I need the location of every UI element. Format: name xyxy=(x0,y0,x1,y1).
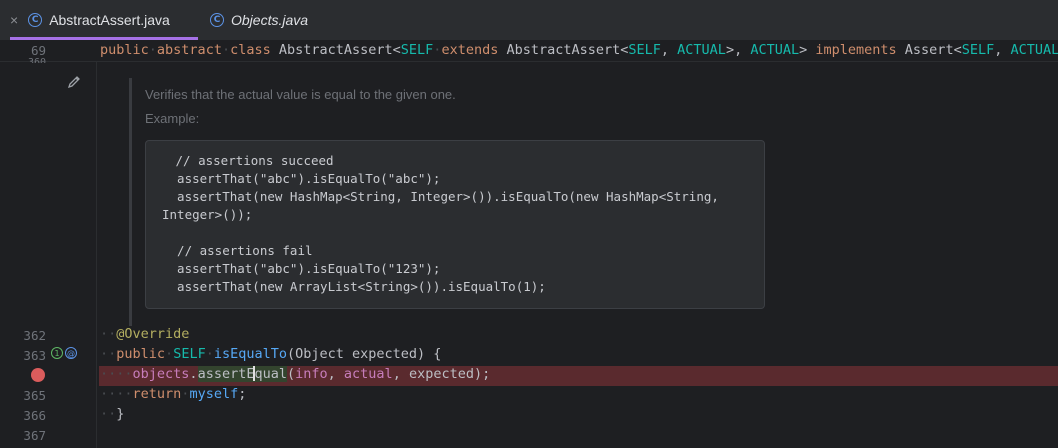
sticky-header[interactable]: 69 public·abstract·class AbstractAssert<… xyxy=(0,41,1058,62)
doc-code-line: // assertions succeed xyxy=(168,153,334,168)
doc-code-line: assertThat(new HashMap<String, Integer>(… xyxy=(162,189,719,204)
tab-label: Objects.java xyxy=(231,12,309,28)
line-number: 362 xyxy=(23,328,46,343)
code-line: ··@Override xyxy=(100,326,190,342)
breakpoint-icon[interactable] xyxy=(31,368,45,382)
doc-bar xyxy=(129,78,132,326)
class-icon: C xyxy=(28,13,43,27)
code-line: ··} xyxy=(100,406,125,422)
line-number: 69 xyxy=(30,43,46,58)
edit-doc-icon[interactable] xyxy=(67,75,83,91)
code-editor[interactable]: 69 public·abstract·class AbstractAssert<… xyxy=(0,41,1058,448)
doc-summary: Verifies that the actual value is equal … xyxy=(145,87,456,102)
class-icon: C xyxy=(210,13,224,27)
doc-example-code: // assertions succeed assertThat("abc").… xyxy=(145,140,765,309)
doc-code-line: assertThat("abc").isEqualTo("123"); xyxy=(162,261,441,276)
code-line: ····return·myself; xyxy=(100,386,247,402)
doc-code-line: // assertions fail xyxy=(162,243,313,258)
implemented-method-icon[interactable]: @ xyxy=(65,347,77,359)
gutter-markers: 1 @ xyxy=(51,347,77,359)
line-number: 363 xyxy=(23,348,46,363)
doc-code-line: assertThat("abc").isEqualTo("abc"); xyxy=(162,171,441,186)
line-number: 367 xyxy=(23,428,46,443)
doc-example-label: Example: xyxy=(145,111,200,126)
code-line: ··public·SELF·isEqualTo(Object expected)… xyxy=(100,346,442,362)
line-number: 365 xyxy=(23,388,46,403)
overrides-method-icon[interactable]: 1 xyxy=(51,347,63,359)
tab-objects[interactable]: C Objects.java xyxy=(210,0,308,40)
line-number: 366 xyxy=(23,408,46,423)
gutter[interactable] xyxy=(0,41,97,448)
doc-code-line: Integer>()); xyxy=(162,207,253,222)
editor-tab-bar: × C AbstractAssert.java C Objects.java xyxy=(0,0,1058,41)
close-tab-icon[interactable]: × xyxy=(10,12,18,28)
code-line-breakpoint: ····objects.assertEqual(info, actual, ex… xyxy=(100,366,491,382)
doc-code-line: assertThat(new ArrayList<String>()).isEq… xyxy=(162,279,546,294)
sticky-class-declaration: public·abstract·class AbstractAssert<SEL… xyxy=(100,42,1058,58)
line-number: 360 xyxy=(27,57,46,63)
tab-label: AbstractAssert.java xyxy=(49,12,170,28)
tab-abstractassert[interactable]: × C AbstractAssert.java xyxy=(10,0,198,40)
